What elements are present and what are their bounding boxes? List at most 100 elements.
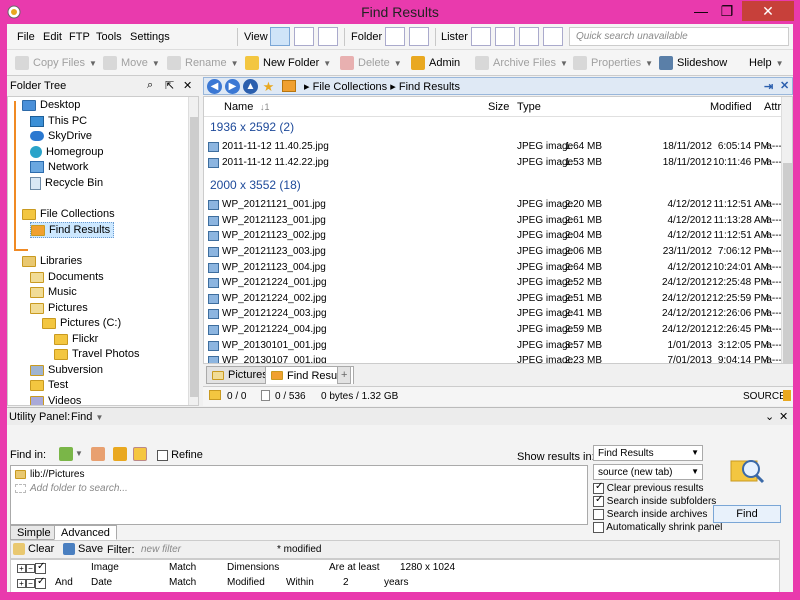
help-button[interactable]: Help ▼	[749, 55, 784, 71]
file-row[interactable]: WP_20130101_001.jpg 3.57 MB JPEG image 1/01…	[204, 339, 785, 354]
folder-options-icon[interactable]	[385, 27, 405, 46]
tree-item-this-pc[interactable]: This PC	[30, 113, 87, 129]
option-search-archives[interactable]: Search inside archives	[593, 509, 707, 520]
show-results-select[interactable]: Find Results ▼	[593, 445, 703, 461]
option-auto-shrink[interactable]: Automatically shrink panel	[593, 522, 722, 533]
maximize-button[interactable]: ❐	[714, 1, 740, 21]
column-size[interactable]: Size	[488, 101, 509, 113]
pin-icon[interactable]: ⇱	[165, 79, 174, 92]
tree-item-file-collections[interactable]: File Collections	[22, 206, 115, 222]
quick-search-input[interactable]: Quick search unavailable	[569, 27, 789, 46]
tree-item-recycle-bin[interactable]: Recycle Bin	[30, 175, 103, 191]
rule-condition[interactable]: Are at least	[329, 562, 380, 573]
tree-item-desktop[interactable]: Desktop	[22, 97, 80, 113]
refine-checkbox[interactable]: Refine	[157, 449, 203, 461]
lister-single-icon[interactable]	[471, 27, 491, 46]
option-search-subfolders[interactable]: Search inside subfolders	[593, 494, 716, 507]
delete-button[interactable]: Delete ▼	[340, 55, 402, 71]
tree-item-pictures[interactable]: Pictures	[30, 300, 88, 316]
menu-ftp[interactable]: FTP	[69, 31, 90, 43]
option-clear-previous[interactable]: Clear previous results	[593, 481, 704, 494]
rule-match[interactable]: Match	[169, 562, 196, 573]
breadcrumb-find-results[interactable]: Find Results	[399, 81, 460, 93]
view-thumbnails-icon[interactable]	[318, 27, 338, 46]
column-name[interactable]: Name	[224, 101, 253, 113]
expand-plus-icon[interactable]: +	[17, 579, 26, 589]
file-row[interactable]: WP_20130107_001.jpg 2.23 MB JPEG image 7/01…	[204, 354, 785, 363]
rename-button[interactable]: Rename ▼	[167, 55, 239, 71]
folder-view-icon[interactable]	[409, 27, 429, 46]
properties-button[interactable]: Properties ▼	[573, 55, 653, 71]
file-row[interactable]: WP_20121224_004.jpg 2.59 MB JPEG image 24/1…	[204, 323, 785, 338]
rule-field[interactable]: Image	[91, 562, 119, 573]
filter-name-input[interactable]: new filter	[141, 544, 181, 555]
lister-dual-icon[interactable]	[495, 27, 515, 46]
file-row[interactable]: WP_20121121_001.jpg 2.20 MB JPEG image 4/12…	[204, 198, 785, 213]
move-button[interactable]: Move ▼	[103, 55, 160, 71]
rule-checkbox[interactable]	[35, 576, 46, 589]
remove-location-icon[interactable]	[91, 447, 105, 461]
rule-controls[interactable]: + −	[17, 576, 46, 589]
forward-icon[interactable]: ▶	[225, 79, 240, 94]
file-row[interactable]: 2011-11-12 11.40.25.jpg 1.64 MB JPEG image…	[204, 140, 785, 155]
column-type[interactable]: Type	[517, 101, 541, 113]
breadcrumb-file-collections[interactable]: File Collections	[313, 81, 388, 93]
file-row[interactable]: WP_20121224_003.jpg 2.41 MB JPEG image 24/1…	[204, 307, 785, 322]
rule-unit[interactable]: years	[384, 577, 408, 588]
tree-item-videos[interactable]: Videos	[30, 393, 81, 405]
menu-edit[interactable]: Edit	[43, 31, 62, 43]
save-button[interactable]: Save	[63, 543, 103, 555]
new-tab-button[interactable]: +	[337, 366, 352, 384]
archive-files-button[interactable]: Archive Files ▼	[475, 55, 568, 71]
tree-item-find-results[interactable]: Find Results	[30, 222, 115, 238]
file-row[interactable]: 2011-11-12 11.42.22.jpg 1.53 MB JPEG image…	[204, 156, 785, 171]
tree-item-test[interactable]: Test	[30, 377, 68, 393]
rule-row[interactable]: +− And Date Match Modified Within 2 year…	[11, 576, 771, 591]
up-icon[interactable]: ▲	[243, 79, 258, 94]
lister-viewer-icon[interactable]	[543, 27, 563, 46]
tab-advanced[interactable]: Advanced	[54, 525, 117, 540]
browse-folder-icon[interactable]	[113, 447, 127, 461]
title-bar[interactable]: Find Results — ❐ ✕	[0, 0, 800, 24]
rule-match[interactable]: Match	[169, 577, 196, 588]
rule-controls[interactable]: + −	[17, 561, 46, 574]
tab-pictures[interactable]: Pictures	[206, 366, 274, 384]
add-folder-input[interactable]: Add folder to search...	[15, 483, 128, 494]
lock-icon[interactable]	[783, 390, 791, 401]
rule-value[interactable]: 2	[343, 577, 349, 588]
file-row[interactable]: WP_20121224_001.jpg 2.52 MB JPEG image 24/1…	[204, 276, 785, 291]
menu-tools[interactable]: Tools	[96, 31, 122, 43]
close-tab-icon[interactable]: ✕	[780, 79, 789, 92]
collapse-icon[interactable]: ⌄	[765, 410, 774, 423]
location-item[interactable]: lib://Pictures	[15, 469, 84, 480]
tree-item-subversion[interactable]: Subversion	[30, 362, 103, 378]
file-row[interactable]: WP_20121123_001.jpg 2.61 MB JPEG image 4/12…	[204, 214, 785, 229]
rule-property[interactable]: Modified	[227, 577, 265, 588]
close-button[interactable]: ✕	[742, 1, 794, 21]
tab-simple[interactable]: Simple	[10, 525, 58, 540]
find-button[interactable]: Find	[713, 505, 781, 523]
view-list-icon[interactable]	[294, 27, 314, 46]
file-row[interactable]: WP_20121224_002.jpg 2.51 MB JPEG image 24/1…	[204, 292, 785, 307]
tree-item-flickr[interactable]: Flickr	[54, 331, 98, 347]
scroll-thumb[interactable]	[190, 117, 198, 397]
file-row[interactable]: WP_20121123_004.jpg 2.64 MB JPEG image 4/12…	[204, 261, 785, 276]
search-locations-field[interactable]: lib://Pictures Add folder to search...	[10, 465, 588, 525]
search-icon[interactable]: ⌕	[147, 79, 153, 92]
rule-value[interactable]: 1280 x 1024	[400, 562, 455, 573]
group-header[interactable]: 2000 x 3552 (18)	[204, 177, 782, 195]
tree-item-documents[interactable]: Documents	[30, 269, 104, 285]
close-pane-icon[interactable]: ✕	[183, 79, 192, 92]
copy-files-button[interactable]: Copy Files ▼	[15, 55, 97, 71]
add-location-icon[interactable]	[59, 447, 73, 461]
rule-property[interactable]: Dimensions	[227, 562, 279, 573]
collapse-minus-icon[interactable]: −	[26, 579, 35, 589]
file-row[interactable]: WP_20121123_003.jpg 2.06 MB JPEG image 23/1…	[204, 245, 785, 260]
collapse-minus-icon[interactable]: −	[26, 564, 35, 574]
dropdown-arrow-icon[interactable]: ▼	[75, 449, 83, 458]
expand-icon[interactable]: ⇥	[764, 80, 773, 93]
tree-item-travel-photos[interactable]: Travel Photos	[54, 346, 139, 362]
rule-condition[interactable]: Within	[286, 577, 314, 588]
clear-button[interactable]: Clear	[13, 543, 54, 555]
slideshow-button[interactable]: Slideshow	[659, 55, 727, 71]
